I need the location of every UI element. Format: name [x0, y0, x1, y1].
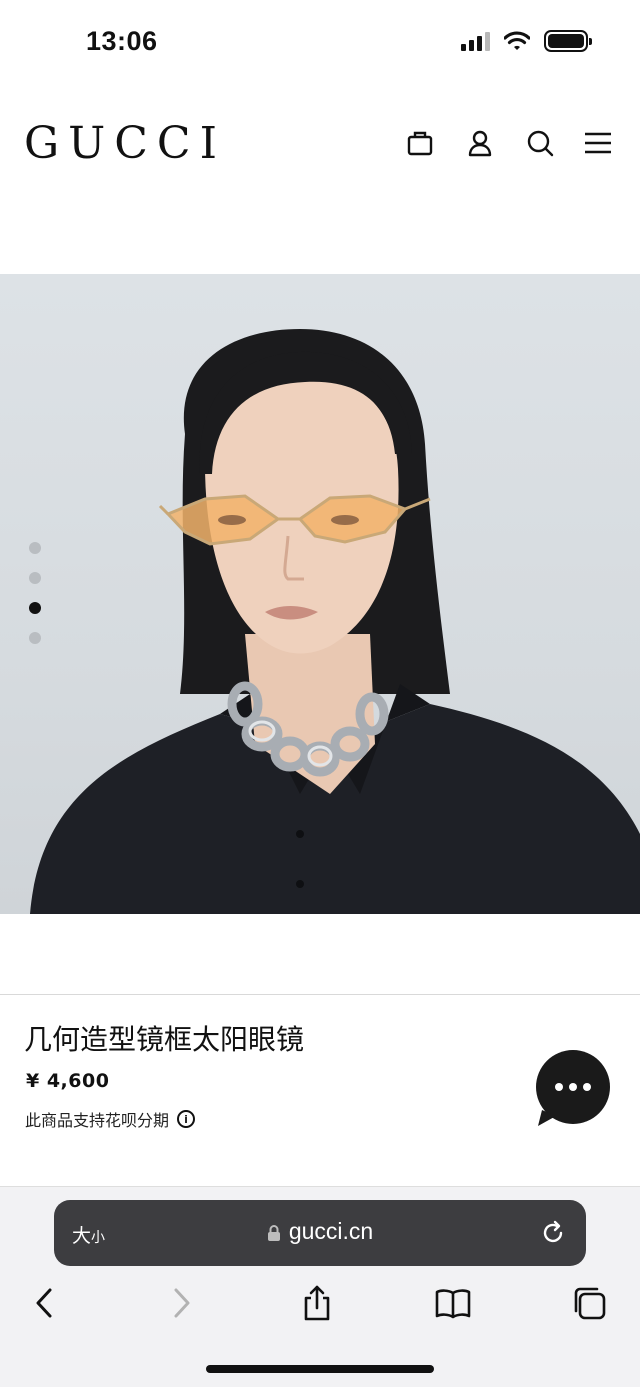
browser-toolbar	[0, 1283, 640, 1333]
user-icon[interactable]	[465, 128, 495, 158]
chat-bubble-icon	[536, 1050, 610, 1126]
product-hero-image[interactable]	[0, 274, 640, 914]
carousel-dots	[29, 542, 41, 644]
product-name: 几何造型镜框太阳眼镜	[24, 1023, 305, 1056]
back-icon[interactable]	[24, 1283, 64, 1323]
installment-note: 此商品支持花呗分期 i	[25, 1107, 196, 1131]
share-icon[interactable]	[297, 1283, 337, 1323]
product-price: ¥ 4,600	[26, 1070, 110, 1092]
url-text: gucci.cn	[288, 1218, 374, 1244]
wifi-icon	[504, 31, 530, 50]
installment-label: 此商品支持花呗分期	[25, 1111, 170, 1130]
info-icon[interactable]: i	[177, 1110, 196, 1128]
model-photo	[30, 329, 640, 914]
tabs-icon[interactable]	[569, 1283, 609, 1323]
home-indicator	[206, 1365, 434, 1373]
status-icons	[461, 30, 592, 52]
search-icon[interactable]	[525, 128, 555, 158]
shopping-bag-icon[interactable]	[405, 128, 435, 158]
carousel-dot[interactable]	[29, 542, 41, 554]
carousel-dot[interactable]	[29, 632, 41, 644]
chat-button[interactable]	[534, 1050, 612, 1128]
carousel-dot-active[interactable]	[29, 602, 41, 614]
lock-icon	[267, 1224, 280, 1241]
status-bar: 13:06	[0, 0, 640, 88]
gucci-logo[interactable]: GUCCI	[24, 118, 226, 169]
menu-icon[interactable]	[583, 128, 613, 158]
site-header: GUCCI	[0, 110, 640, 180]
forward-icon[interactable]	[162, 1283, 202, 1323]
battery-icon	[544, 30, 592, 52]
reload-icon[interactable]	[540, 1220, 566, 1246]
address-bar[interactable]: 大小 gucci.cn	[54, 1200, 586, 1266]
browser-chrome: 大小 gucci.cn	[0, 1186, 640, 1387]
cellular-signal-icon	[461, 31, 490, 51]
bookmarks-icon[interactable]	[433, 1283, 473, 1323]
carousel-dot[interactable]	[29, 572, 41, 584]
section-divider	[0, 994, 640, 995]
status-time: 13:06	[86, 26, 158, 56]
url-display[interactable]: gucci.cn	[54, 1218, 586, 1245]
